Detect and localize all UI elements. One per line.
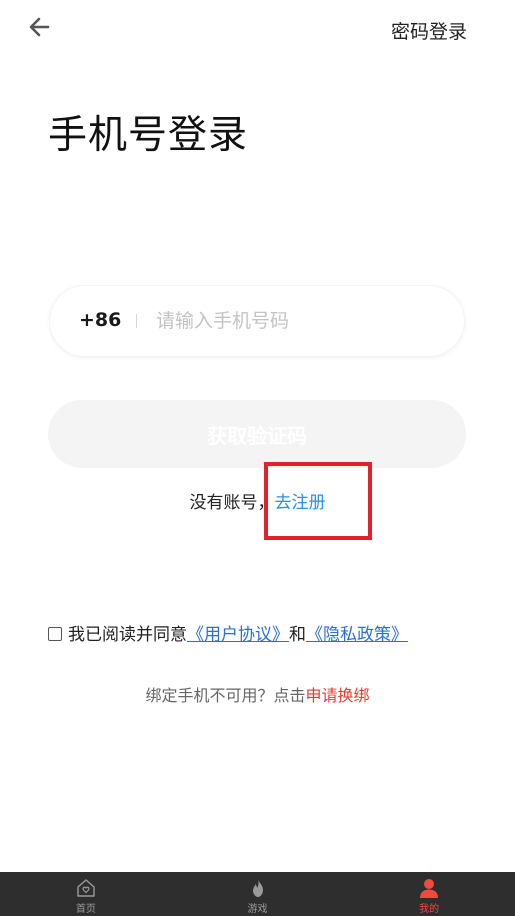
rebind-text: 绑定手机不可用？点击 bbox=[145, 686, 306, 705]
phone-input[interactable] bbox=[156, 302, 436, 340]
agreement-and: 和 bbox=[289, 625, 306, 645]
user-icon bbox=[420, 879, 439, 898]
register-row: 没有账号，去注册 bbox=[0, 488, 515, 513]
nav-item-home[interactable]: 首页 bbox=[0, 872, 172, 916]
bottom-nav: 首页 游戏 我的 bbox=[0, 872, 515, 916]
nav-label-games: 游戏 bbox=[247, 904, 268, 915]
rebind-row: 绑定手机不可用？点击申请换绑 bbox=[0, 682, 515, 706]
get-verification-code-button[interactable]: 获取验证码 bbox=[48, 400, 466, 468]
nav-label-mine: 我的 bbox=[419, 904, 440, 915]
agreement-row: 我已阅读并同意《用户协议》和《隐私政策》 bbox=[48, 620, 408, 645]
back-button[interactable] bbox=[26, 14, 58, 42]
highlight-box bbox=[264, 462, 372, 540]
page-title: 手机号登录 bbox=[48, 113, 249, 158]
agreement-text: 我已阅读并同意 bbox=[68, 625, 187, 645]
login-page: 密码登录 手机号登录 +86 获取验证码 没有账号，去注册 我已阅读并同意《用户… bbox=[0, 0, 515, 916]
rebind-link[interactable]: 申请换绑 bbox=[306, 686, 370, 705]
nav-item-mine[interactable]: 我的 bbox=[343, 872, 515, 916]
nav-item-games[interactable]: 游戏 bbox=[172, 872, 344, 916]
password-login-link[interactable]: 密码登录 bbox=[391, 17, 467, 44]
nav-label-home: 首页 bbox=[75, 904, 96, 915]
user-agreement-link[interactable]: 《用户协议》 bbox=[187, 625, 289, 645]
phone-input-container: +86 bbox=[50, 286, 464, 356]
home-icon bbox=[77, 879, 95, 897]
country-code[interactable]: +86 bbox=[79, 309, 121, 331]
register-prompt: 没有账号， bbox=[189, 493, 275, 513]
flame-icon bbox=[252, 879, 263, 897]
arrow-left-icon bbox=[29, 17, 50, 37]
agreement-checkbox[interactable] bbox=[48, 627, 62, 641]
divider bbox=[136, 314, 137, 328]
privacy-policy-link[interactable]: 《隐私政策》 bbox=[306, 625, 408, 645]
